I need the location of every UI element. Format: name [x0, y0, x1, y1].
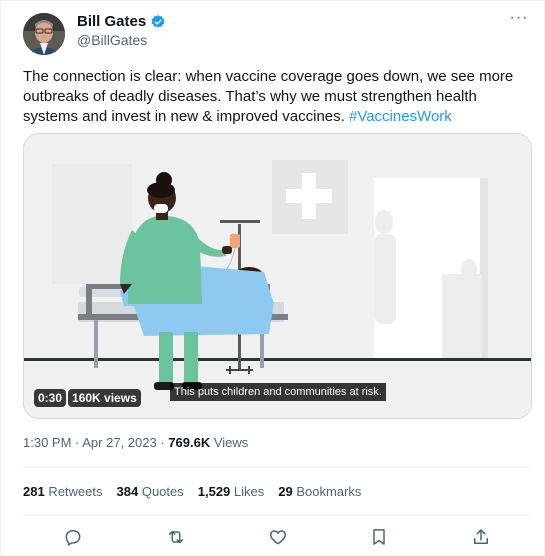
tweet-text: The connection is clear: when vaccine co…	[23, 67, 533, 127]
video-caption: This puts children and communities at ri…	[170, 383, 386, 401]
bookmarks-count: 29	[278, 484, 293, 499]
avatar-image	[23, 13, 65, 55]
author-name-row[interactable]: Bill Gates	[77, 13, 166, 30]
likes-count: 1,529	[197, 484, 231, 499]
avatar[interactable]	[23, 13, 65, 55]
reply-icon[interactable]	[63, 527, 83, 547]
quotes-stat[interactable]: 384 Quotes	[117, 484, 184, 499]
author-handle[interactable]: @BillGates	[77, 32, 147, 48]
divider	[23, 467, 532, 468]
divider	[23, 515, 532, 516]
likes-stat[interactable]: 1,529 Likes	[198, 484, 265, 499]
video-views: 160K views	[68, 389, 141, 407]
bookmarks-stat[interactable]: 29 Bookmarks	[278, 484, 361, 499]
video-duration: 0:30	[34, 389, 67, 407]
views-count: 769.6K	[168, 435, 211, 450]
author-name[interactable]: Bill Gates	[77, 13, 146, 30]
heart-icon[interactable]	[268, 527, 288, 547]
retweet-icon[interactable]	[166, 527, 186, 547]
share-icon[interactable]	[471, 527, 491, 547]
retweets-stat[interactable]: 281 Retweets	[23, 484, 103, 499]
meta-separator: ·	[71, 435, 83, 450]
bookmark-icon[interactable]	[369, 527, 389, 547]
likes-label: Likes	[230, 484, 265, 499]
retweets-count: 281	[23, 484, 45, 499]
views-label: Views	[210, 435, 249, 450]
bookmarks-label: Bookmarks	[292, 484, 362, 499]
engagement-stats: 281 Retweets 384 Quotes 1,529 Likes 29 B…	[23, 484, 361, 499]
meta-separator: ·	[156, 435, 169, 450]
tweet-meta: 1:30 PM · Apr 27, 2023 · 769.6K Views	[23, 435, 248, 450]
verified-badge-icon[interactable]	[150, 14, 166, 30]
tweet-card: Bill Gates @BillGates ··· The connection…	[0, 0, 545, 556]
quotes-label: Quotes	[138, 484, 184, 499]
video-player[interactable]: This puts children and communities at ri…	[23, 133, 532, 419]
video-frame-illustration	[24, 134, 531, 418]
hashtag-link[interactable]: #VaccinesWork	[349, 108, 452, 125]
quotes-count: 384	[116, 484, 139, 499]
action-bar	[23, 519, 532, 555]
video-badges: 0:30 160K views	[34, 389, 141, 407]
more-options-icon[interactable]: ···	[508, 10, 530, 31]
retweets-label: Retweets	[44, 484, 103, 499]
tweet-date[interactable]: Apr 27, 2023	[82, 435, 156, 450]
tweet-time[interactable]: 1:30 PM	[23, 435, 71, 450]
